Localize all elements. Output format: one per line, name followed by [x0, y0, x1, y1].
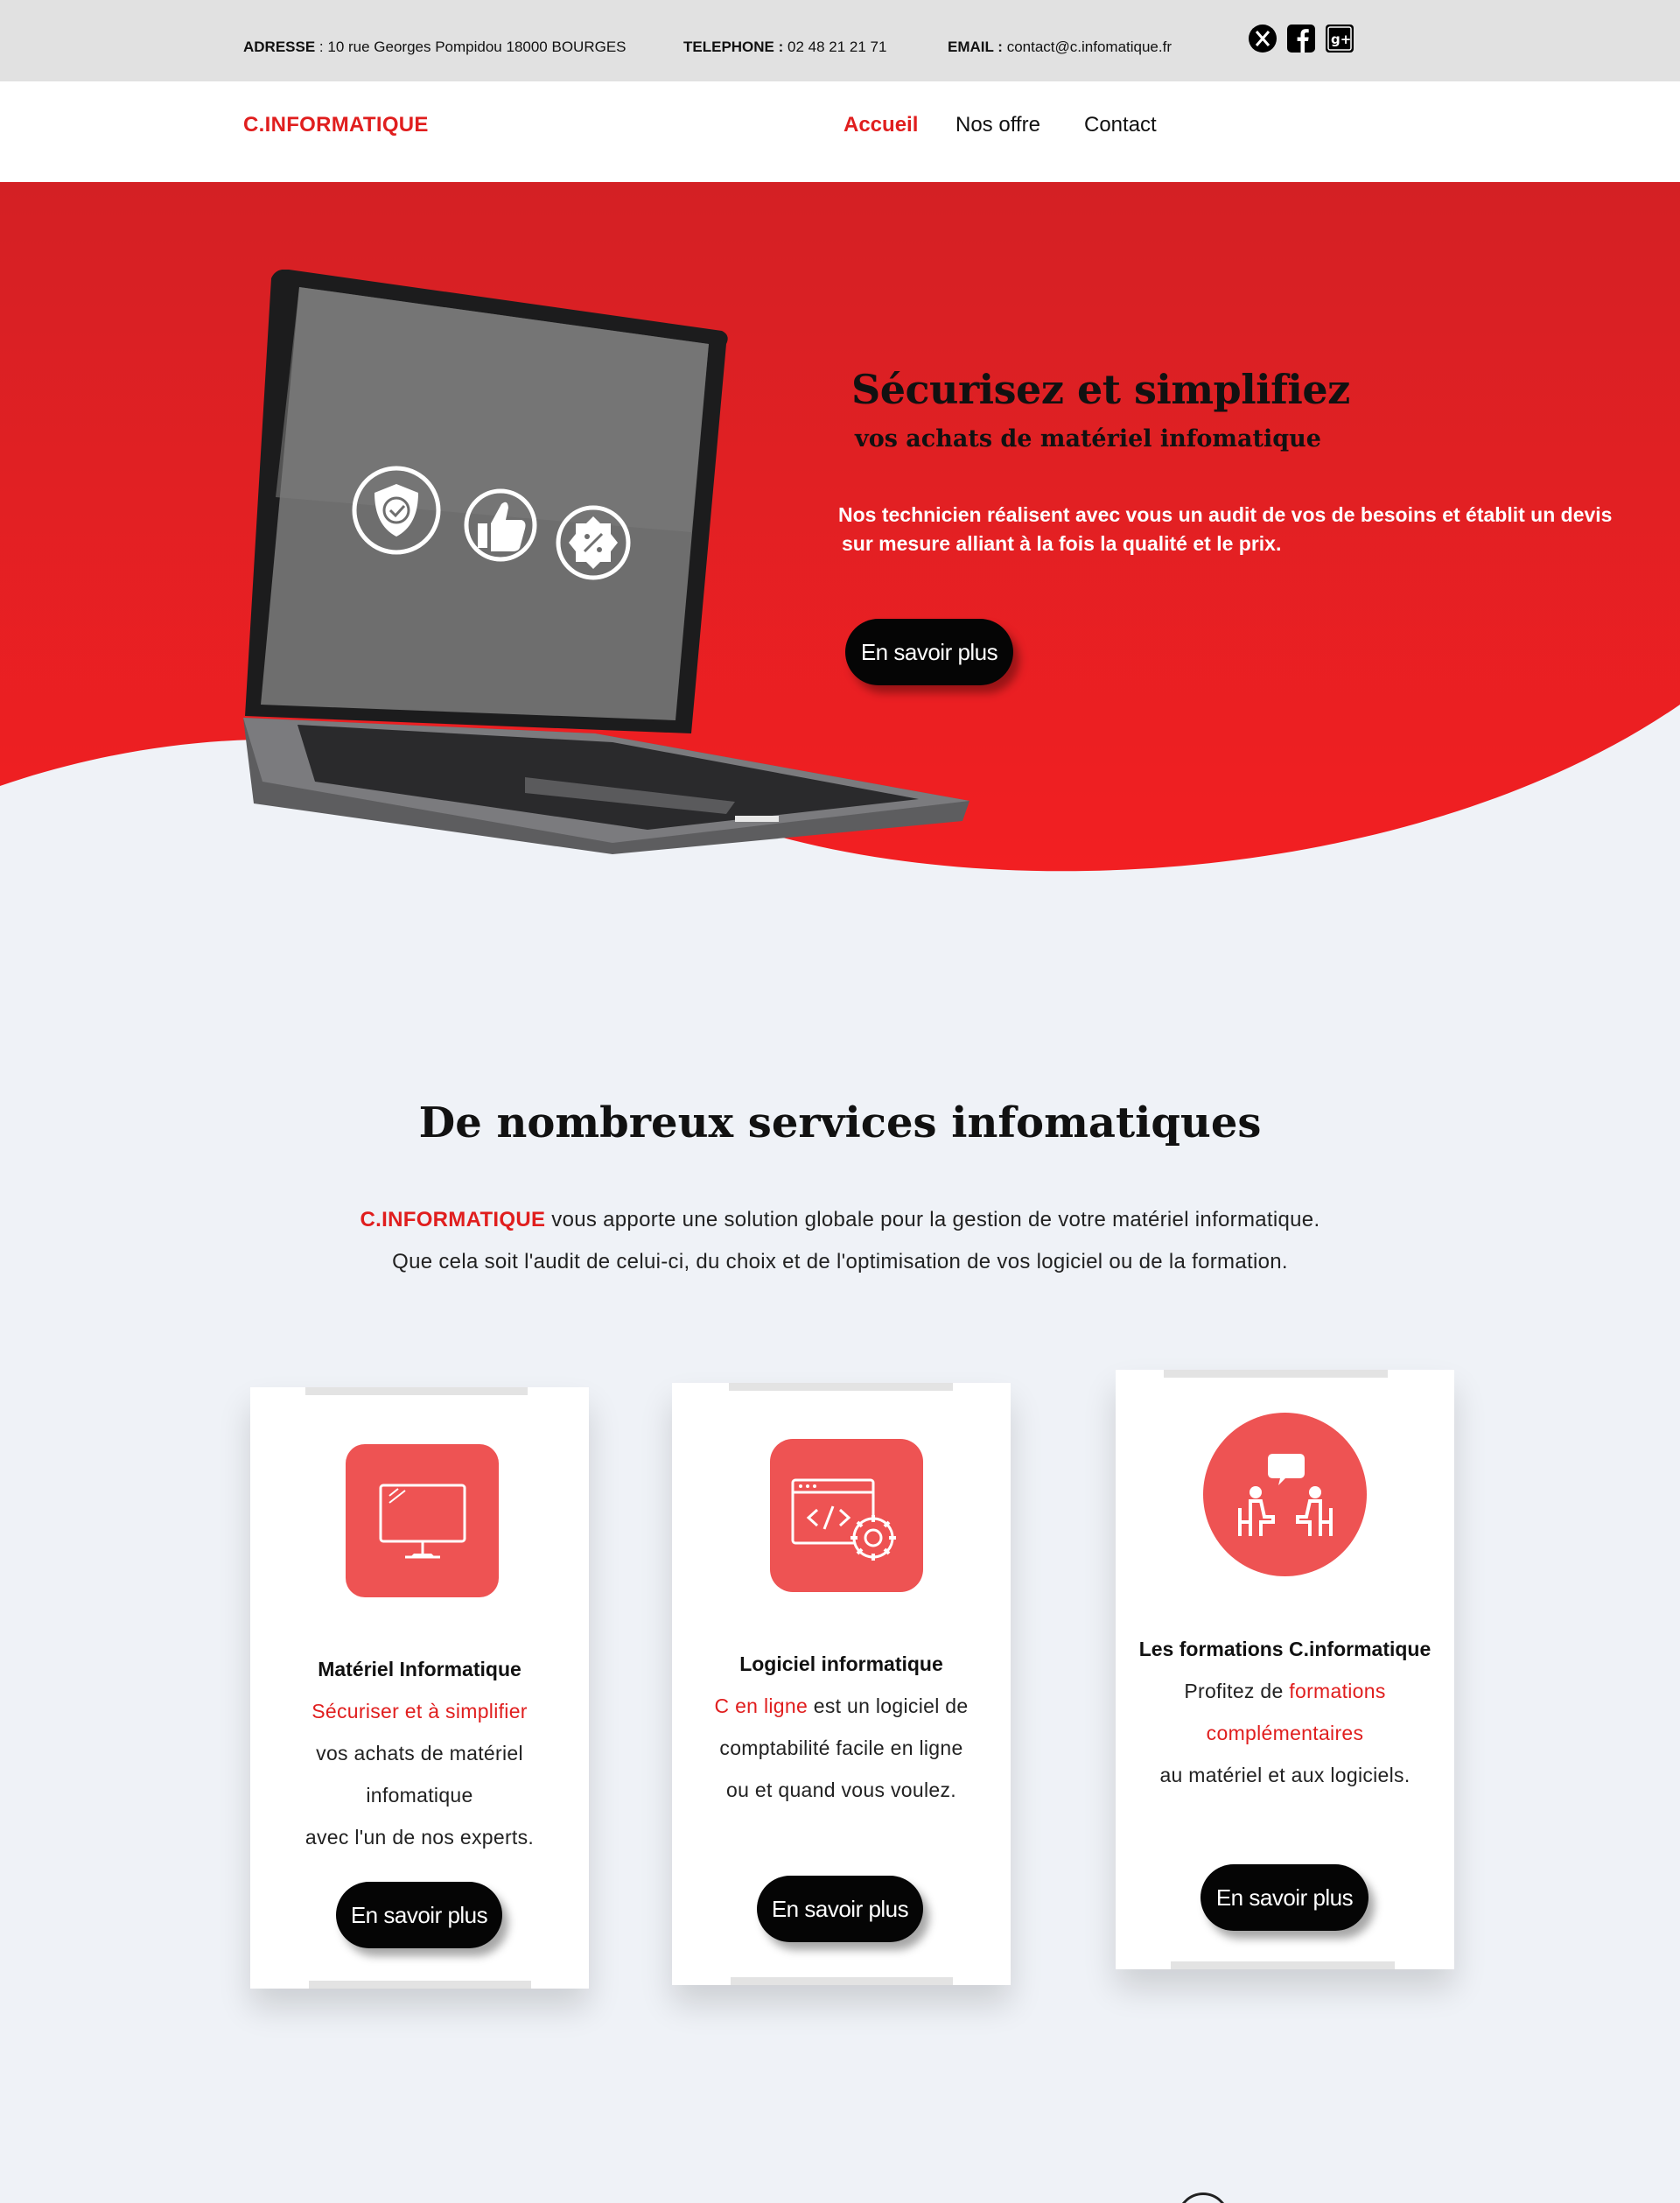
card-line-2[interactable]: complémentaires	[1116, 1722, 1454, 1745]
hero-description-line-1: Nos technicien réalisent avec vous un au…	[838, 503, 1613, 526]
email-label: EMAIL :	[948, 39, 1003, 55]
card-line-3: au matériel et aux logiciels.	[1159, 1764, 1410, 1786]
card-bottom-bar	[731, 1977, 953, 1985]
card-line-2: comptabilité facile en ligne	[719, 1736, 963, 1759]
google-plus-icon[interactable]: g+	[1326, 25, 1354, 53]
email-info: EMAIL : contact@c.infomatique.fr	[948, 39, 1172, 56]
address-text: 10 rue Georges Pompidou 18000 BOURGES	[327, 39, 626, 55]
nav-link-contact[interactable]: Contact	[1084, 113, 1157, 137]
card-line-1-text: Profitez de	[1184, 1680, 1290, 1702]
card-top-bar	[305, 1387, 528, 1395]
card-line-3: infomatique	[366, 1784, 473, 1807]
nav-link-accueil[interactable]: Accueil	[844, 113, 918, 137]
c-en-ligne-link[interactable]: C en ligne	[714, 1694, 808, 1717]
code-settings-icon	[770, 1439, 923, 1592]
card-line-4: avec l'un de nos experts.	[304, 1826, 535, 1849]
card-bottom-bar	[309, 1981, 531, 1989]
training-conversation-icon	[1203, 1413, 1367, 1576]
card-line-2: vos achats de matériel	[316, 1742, 523, 1765]
x-icon[interactable]	[1249, 25, 1277, 53]
services-title: De nombreux services infomatiques	[418, 1098, 1262, 1147]
card-title: Logiciel informatique	[739, 1652, 943, 1675]
card-top-bar	[1164, 1370, 1388, 1378]
formations-link[interactable]: formations	[1289, 1680, 1385, 1702]
email-text[interactable]: contact@c.infomatique.fr	[1007, 39, 1172, 55]
services-intro-text: vous apporte une solution globale pour l…	[551, 1208, 1320, 1231]
phone-label: TELEPHONE :	[683, 39, 784, 55]
hero-learn-more-button[interactable]: En savoir plus	[845, 619, 1013, 685]
address-info: ADRESSE : 10 rue Georges Pompidou 18000 …	[243, 39, 626, 55]
card-top-bar	[729, 1383, 953, 1391]
card-bottom-bar	[1171, 1961, 1395, 1969]
main-navbar: C.INFORMATIQUE Accueil Nos offre Contact	[0, 81, 1680, 182]
svg-text:g+: g+	[1331, 32, 1351, 47]
hero-section: Sécurisez et simplifiez vos achats de ma…	[0, 182, 1680, 882]
hero-title: Sécurisez et simplifiez	[851, 366, 1350, 413]
card-line-3: ou et quand vous voulez.	[726, 1779, 956, 1801]
card-title: Les formations C.informatique	[1138, 1638, 1432, 1660]
software-learn-more-button[interactable]: En savoir plus	[757, 1876, 923, 1942]
services-intro-line-2: Que cela soit l'audit de celui-ci, du ch…	[392, 1250, 1288, 1273]
address-label: ADRESSE	[243, 39, 316, 55]
service-card-software: Logiciel informatique C en ligne est un …	[672, 1383, 1011, 1985]
service-card-training: Les formations C.informatique Profitez d…	[1116, 1370, 1454, 1969]
phone-info: TELEPHONE : 02 48 21 21 71	[683, 39, 886, 56]
hero-subtitle: vos achats de matériel infomatique	[855, 425, 1321, 453]
avatar	[1166, 2181, 1241, 2203]
discount-badge-icon	[556, 505, 631, 580]
card-title: Matériel Informatique	[318, 1658, 522, 1680]
hero-description-line-2: sur mesure alliant à la fois la qualité …	[842, 532, 1282, 555]
site-logo[interactable]: C.INFORMATIQUE	[243, 113, 429, 137]
hardware-learn-more-button[interactable]: En savoir plus	[336, 1882, 502, 1948]
nav-link-nos-offre[interactable]: Nos offre	[956, 113, 1040, 137]
services-intro-brand: C.INFORMATIQUE	[360, 1208, 546, 1231]
services-intro-line-1: C.INFORMATIQUE vous apporte une solution…	[0, 1208, 1680, 1232]
card-line-1: C en ligne est un logiciel de	[672, 1694, 1011, 1718]
card-line-1: Profitez de formations	[1116, 1680, 1454, 1703]
training-learn-more-button[interactable]: En savoir plus	[1200, 1864, 1368, 1931]
card-line-1: Sécuriser et à simplifier	[312, 1700, 528, 1722]
laptop-illustration	[243, 270, 970, 854]
monitor-icon	[346, 1444, 499, 1597]
service-card-hardware: Matériel Informatique Sécuriser et à sim…	[250, 1387, 589, 1989]
contact-info-bar: ADRESSE : 10 rue Georges Pompidou 18000 …	[0, 0, 1680, 81]
hero-description: Nos technicien réalisent avec vous un au…	[838, 501, 1626, 558]
card-line-1-text: est un logiciel de	[808, 1694, 969, 1717]
phone-text[interactable]: 02 48 21 21 71	[788, 39, 886, 55]
facebook-icon[interactable]	[1287, 25, 1315, 53]
